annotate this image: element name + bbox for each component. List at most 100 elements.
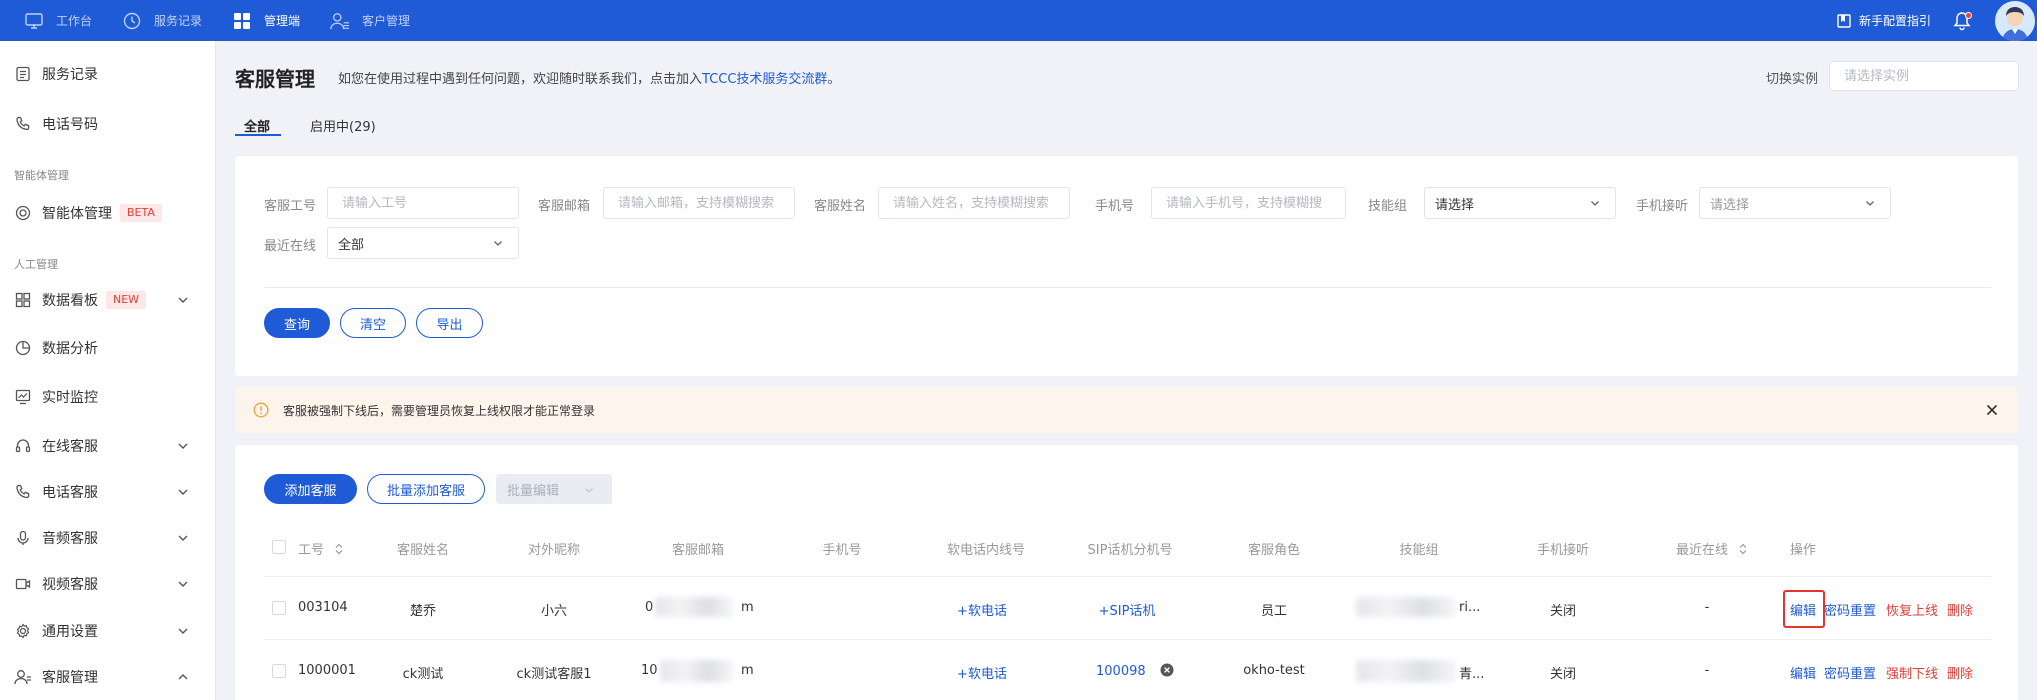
column-header-last-online[interactable]: 最近在线 [1676, 539, 1748, 558]
book-icon [1837, 13, 1851, 28]
tab-all[interactable]: 全部 [244, 116, 270, 135]
topnav-service-records[interactable]: 服务记录 [122, 0, 202, 41]
sip-extension-link[interactable]: 100098 [1096, 664, 1146, 679]
row-checkbox[interactable] [272, 664, 286, 678]
topnav-label: 工作台 [56, 14, 93, 28]
sidebar-item-realtime-monitor[interactable]: 实时监控 [0, 379, 216, 415]
select-value: 全部 [338, 237, 365, 253]
pie-chart-icon [14, 339, 32, 357]
batch-add-agent-button[interactable]: 批量添加客服 [367, 474, 485, 504]
clear-button[interactable]: 清空 [340, 308, 406, 338]
description-text: 如您在使用过程中遇到任何问题，欢迎随时联系我们，点击加入 [338, 72, 703, 87]
select-all-checkbox[interactable] [272, 540, 286, 554]
phone-input[interactable] [1151, 187, 1346, 219]
name-input[interactable] [878, 187, 1070, 219]
sidebar-item-label: 在线客服 [42, 439, 98, 455]
switch-instance-label: 切换实例 [1766, 72, 1819, 87]
column-header-phone-answer: 手机接听 [1536, 543, 1590, 558]
topnav-workbench[interactable]: 工作台 [24, 0, 92, 41]
batch-edit-label: 批量编辑 [507, 483, 560, 499]
add-agent-button[interactable]: 添加客服 [264, 474, 357, 504]
sidebar-item-data-analysis[interactable]: 数据分析 [0, 330, 216, 366]
column-header-id[interactable]: 工号 [298, 539, 344, 558]
sidebar-item-audio-service[interactable]: 音频客服 [0, 520, 216, 556]
setup-guide-link[interactable]: 新手配置指引 [1837, 12, 1931, 29]
reset-password-button[interactable]: 密码重置 [1824, 663, 1876, 682]
sidebar-item-agent-management-manual[interactable]: 客服管理 [0, 659, 216, 695]
skill-group-select[interactable]: 请选择 [1424, 187, 1616, 219]
warning-icon [253, 402, 269, 418]
active-tab-indicator [235, 134, 281, 136]
instance-select-input[interactable] [1829, 61, 2019, 91]
headset-icon [14, 437, 32, 455]
sidebar-item-dashboard[interactable]: 数据看板 NEW [0, 282, 216, 318]
close-icon[interactable] [1984, 402, 2000, 418]
filter-divider [264, 287, 1991, 288]
sidebar-group-manual: 人工管理 [14, 258, 58, 271]
sidebar-item-service-records[interactable]: 服务记录 [0, 56, 216, 92]
filter-label-skill-group: 技能组 [1368, 199, 1408, 214]
sidebar-item-phone-service[interactable]: 电话客服 [0, 474, 216, 510]
edit-button-highlight [1783, 590, 1825, 628]
restore-online-button[interactable]: 恢复上线 [1886, 600, 1938, 619]
reset-password-button[interactable]: 密码重置 [1824, 600, 1876, 619]
agent-id-input[interactable] [327, 187, 519, 219]
chevron-down-icon [176, 577, 190, 591]
description-suffix: 。 [827, 72, 841, 87]
sort-icon [1739, 543, 1747, 555]
unbind-icon[interactable] [1160, 663, 1174, 677]
phone-icon [14, 115, 32, 133]
last-online-select[interactable]: 全部 [327, 227, 519, 259]
cell-name: 楚乔 [409, 604, 437, 619]
column-header-nickname: 对外昵称 [527, 543, 581, 558]
chevron-down-icon [176, 624, 190, 638]
cell-email-start: 10 [641, 663, 658, 678]
chevron-down-icon [176, 439, 190, 453]
sidebar-item-general-settings[interactable]: 通用设置 [0, 613, 216, 649]
cell-role: 员工 [1260, 604, 1288, 619]
sidebar-item-agent-management[interactable]: 智能体管理 BETA [0, 195, 216, 231]
chevron-up-icon [176, 670, 190, 684]
tab-enabled[interactable]: 启用中(29) [310, 116, 376, 135]
force-offline-button[interactable]: 强制下线 [1886, 663, 1938, 682]
add-softphone-link[interactable]: +软电话 [957, 600, 1007, 619]
sidebar-item-label: 电话客服 [42, 485, 98, 501]
community-group-link[interactable]: TCCC技术服务交流群 [702, 72, 827, 87]
sidebar-item-label: 通用设置 [42, 624, 98, 640]
filter-label-phone-answer: 手机接听 [1636, 199, 1689, 214]
batch-edit-dropdown[interactable]: 批量编辑 [496, 474, 612, 504]
alert-message: 客服被强制下线后，需要管理员恢复上线权限才能正常登录 [283, 403, 596, 418]
row-checkbox[interactable] [272, 601, 286, 615]
beta-badge: BETA [120, 204, 162, 222]
cell-skill-group-tail: ri... [1459, 600, 1481, 615]
add-softphone-link[interactable]: +软电话 [957, 663, 1007, 682]
user-avatar[interactable] [1995, 0, 2035, 41]
edit-button[interactable]: 编辑 [1790, 663, 1816, 682]
topnav-customer-management[interactable]: 客户管理 [330, 0, 410, 41]
export-button[interactable]: 导出 [416, 308, 483, 338]
sidebar-item-online-service[interactable]: 在线客服 [0, 428, 216, 464]
delete-button[interactable]: 删除 [1947, 663, 1973, 682]
chevron-down-icon [492, 237, 504, 249]
notification-bell-icon[interactable] [1953, 11, 1973, 31]
topnav-label: 管理端 [264, 14, 301, 28]
topnav-admin[interactable]: 管理端 [232, 0, 300, 41]
sidebar-item-video-service[interactable]: 视频客服 [0, 566, 216, 602]
cell-nickname: 小六 [540, 604, 568, 619]
delete-button[interactable]: 删除 [1947, 600, 1973, 619]
new-badge: NEW [106, 291, 147, 309]
cell-id: 1000001 [298, 663, 356, 678]
phone-icon [14, 483, 32, 501]
phone-answer-select[interactable]: 请选择 [1699, 187, 1891, 219]
add-sip-phone-link[interactable]: +SIP话机 [1099, 600, 1156, 619]
sidebar-item-label: 电话号码 [42, 117, 98, 133]
email-input[interactable] [603, 187, 795, 219]
query-button[interactable]: 查询 [264, 308, 330, 338]
microphone-icon [14, 529, 32, 547]
sidebar-item-phone-numbers[interactable]: 电话号码 [0, 106, 216, 142]
sidebar-item-label: 服务记录 [42, 67, 98, 83]
sidebar-item-label: 数据分析 [42, 341, 98, 357]
user-manage-icon [14, 668, 32, 686]
warning-alert: 客服被强制下线后，需要管理员恢复上线权限才能正常登录 [235, 387, 2018, 433]
sidebar-item-label: 客服管理 [42, 670, 98, 686]
